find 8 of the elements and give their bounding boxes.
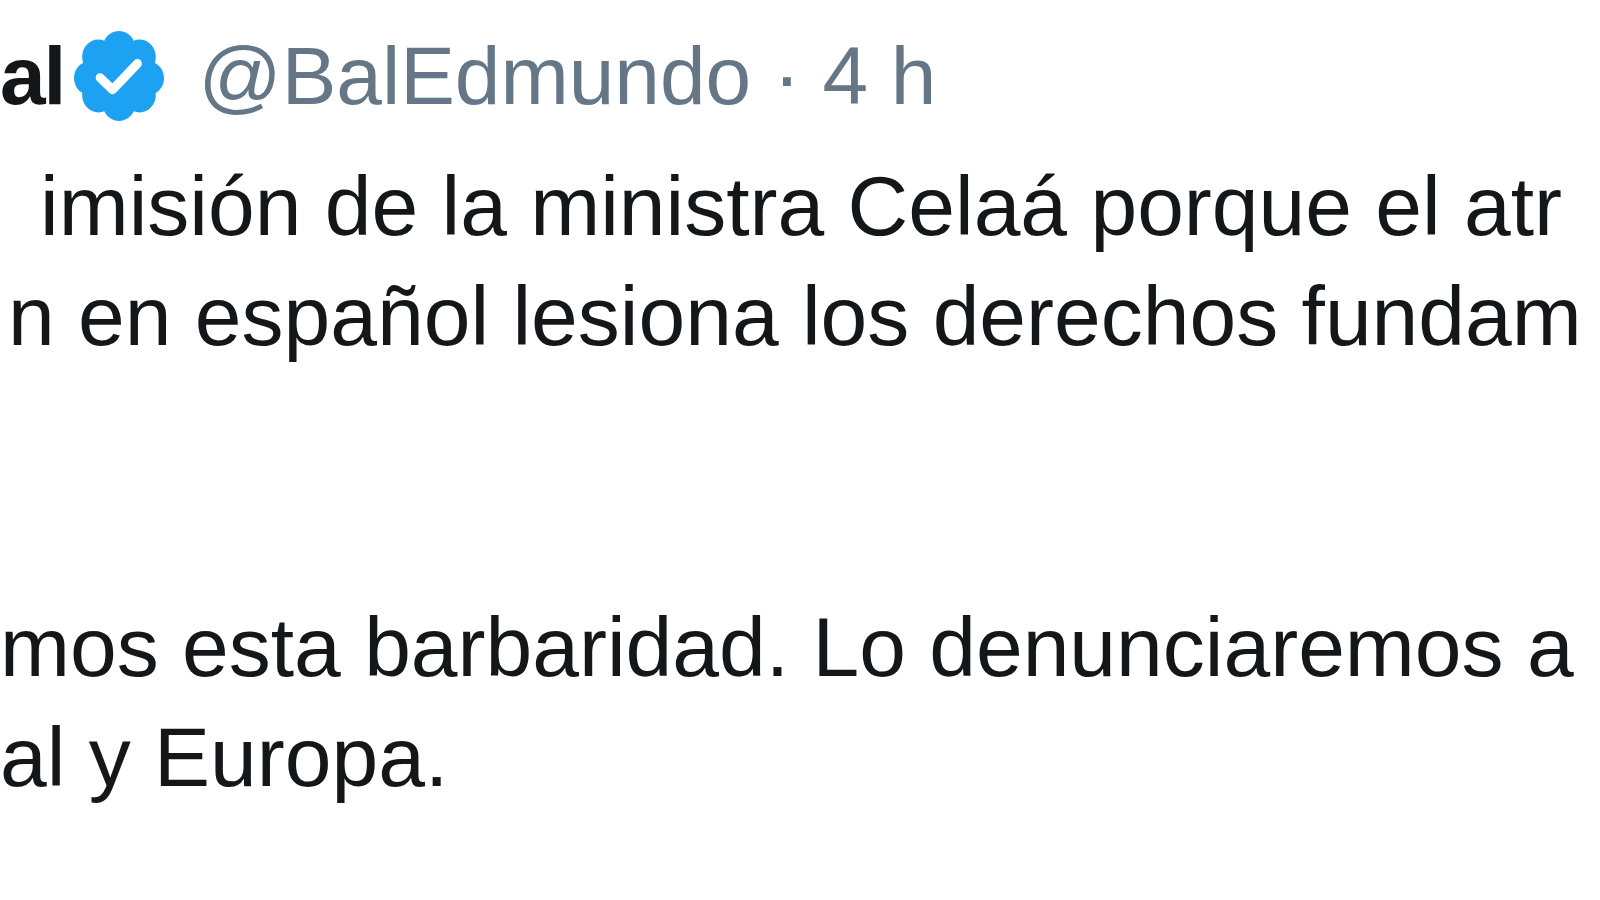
tweet-text-line: imisión de la ministra Celaá porque el atr — [40, 158, 1564, 255]
author-handle[interactable]: @BalEdmundo — [198, 34, 752, 117]
tweet-text-line: mos esta barbaridad. Lo denunciaremos a — [0, 599, 1575, 696]
separator-dot: · — [773, 34, 801, 117]
tweet-text-line: al y Europa. — [0, 709, 450, 806]
tweet-text-line: n en español lesiona los derechos fundam — [8, 268, 1583, 365]
timestamp[interactable]: 4 h — [822, 34, 937, 117]
author-name[interactable]: al — [0, 34, 65, 117]
